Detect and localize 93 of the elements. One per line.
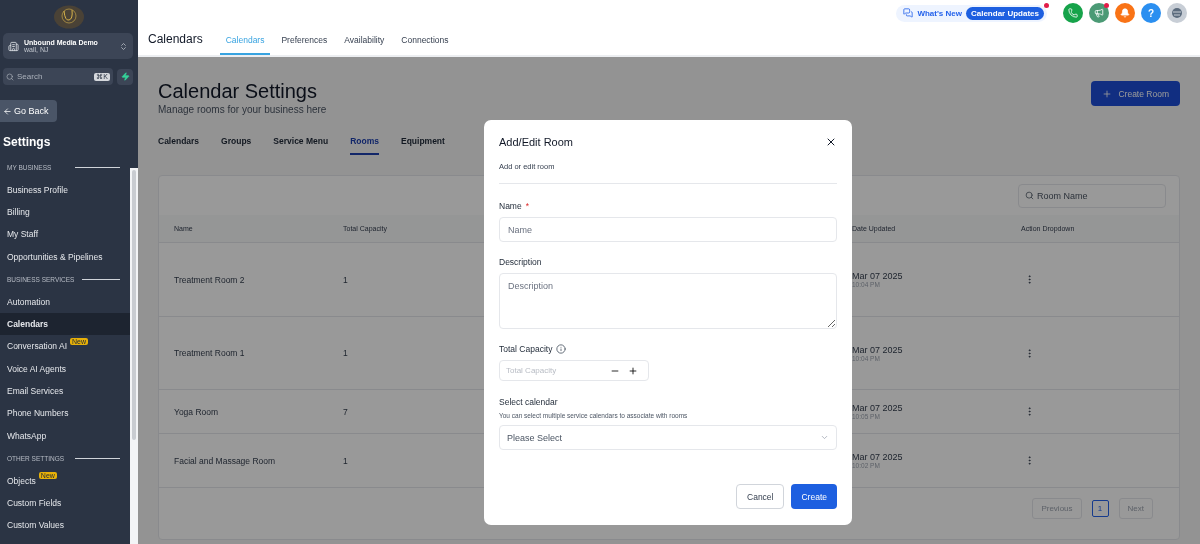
search-icon (6, 72, 14, 81)
page-number[interactable]: 1 (1091, 500, 1109, 517)
date-text: Mar 07 2025 (852, 403, 903, 413)
date-text: Mar 07 2025 (852, 452, 903, 462)
sidebar-item[interactable]: My Staff (0, 223, 130, 246)
top-tab[interactable]: Connections (395, 35, 455, 55)
sidebar-item[interactable]: Calendars (0, 312, 130, 336)
search-icon (1025, 191, 1034, 200)
sidebar-item-label: Custom Fields (7, 498, 62, 509)
notification-button[interactable] (1115, 3, 1135, 23)
lightning-button[interactable] (117, 68, 133, 85)
top-tab[interactable]: Availability (338, 35, 391, 55)
sidebar-item[interactable]: Voice AI Agents (0, 357, 130, 380)
avatar[interactable] (1167, 3, 1187, 23)
page-tab[interactable]: Equipment (400, 136, 445, 155)
sidebar-item-label: Voice AI Agents (7, 363, 67, 374)
megaphone-icon (1094, 8, 1104, 18)
field-label: Name (499, 201, 522, 211)
table-cell: 1 (343, 348, 348, 358)
sidebar-item-label: Conversation AI (7, 341, 67, 352)
create-room-button[interactable]: Create Room (1091, 81, 1180, 106)
phone-icon (1068, 8, 1078, 18)
sidebar-item[interactable]: Billing (0, 200, 130, 224)
whats-new-pill[interactable]: What's New Calendar Updates (896, 4, 1047, 22)
required-mark: * (525, 201, 529, 211)
table-cell: 7 (343, 406, 348, 417)
table-cell: 1 (343, 274, 348, 285)
sidebar-item-label: Business Profile (7, 184, 68, 195)
table-cell: 1 (343, 455, 348, 466)
page-tab[interactable]: Rooms (350, 136, 379, 155)
sidebar-item-label: WhatsApp (7, 430, 47, 441)
go-back-button[interactable]: Go Back (0, 100, 57, 122)
create-button[interactable]: Create (791, 484, 837, 509)
info-icon[interactable] (556, 344, 567, 354)
page-tab[interactable]: Calendars (158, 136, 200, 155)
cancel-button[interactable]: Cancel (736, 484, 785, 509)
sidebar-item[interactable]: Phone Numbers (0, 402, 130, 425)
sidebar-item-label: Opportunities & Pipelines (7, 251, 103, 262)
whats-new-label: What's New (917, 8, 962, 18)
plus-icon (1102, 88, 1113, 99)
sidebar-item-label: Objects (7, 475, 36, 486)
sidebar-item-label: Billing (7, 206, 30, 217)
announcement-button[interactable] (1089, 3, 1109, 23)
sidebar-item-label: Email Services (7, 386, 64, 397)
sidebar-item[interactable]: Custom Fields (0, 491, 130, 515)
sidebar-item[interactable]: Custom Values (0, 514, 130, 537)
sidebar-item[interactable]: WhatsApp (0, 424, 130, 448)
sidebar-item[interactable]: Automation (0, 290, 130, 313)
chat-icon (903, 8, 914, 18)
capacity-stepper[interactable]: Total Capacity (499, 360, 649, 381)
building-icon (8, 40, 19, 52)
chevron-down-icon (820, 433, 829, 442)
calendar-select[interactable]: Please Select (499, 425, 837, 450)
arrow-left-icon (3, 106, 12, 116)
page-title: Calendar Settings (158, 80, 318, 103)
page-subtitle: Manage rooms for your business here (158, 104, 327, 115)
date-text: Mar 07 2025 (852, 271, 903, 281)
top-tab[interactable]: Preferences (275, 35, 334, 55)
description-field[interactable]: Description (499, 273, 837, 329)
field-label: Description (499, 257, 542, 267)
field-label: Total Capacity (499, 344, 553, 354)
page-tab[interactable]: Groups (221, 136, 252, 155)
table-cell: Treatment Room 1 (174, 348, 245, 358)
table-cell: Treatment Room 2 (174, 274, 245, 285)
sidebar-item-label: Custom Values (7, 520, 64, 531)
sidebar-item-label: My Staff (7, 229, 39, 240)
close-icon[interactable] (825, 136, 837, 148)
sidebar-item-label: Calendars (7, 318, 49, 329)
lightning-icon (120, 72, 130, 81)
capacity-input[interactable]: Total Capacity (506, 366, 602, 375)
sidebar-item[interactable]: Email Services (0, 379, 130, 403)
page-section-title: Calendars (148, 32, 203, 48)
field-label: Select calendar (499, 397, 558, 407)
scrollbar-thumb[interactable] (132, 170, 136, 440)
table-cell: Facial and Massage Room (174, 455, 276, 466)
chevrons-icon (119, 41, 128, 51)
room-search-field[interactable]: Room Name (1018, 183, 1166, 208)
date-text: Mar 07 2025 (852, 344, 903, 355)
bell-icon (1120, 8, 1130, 18)
sidebar-item[interactable]: Business Profile (0, 178, 130, 201)
sidebar-item[interactable]: Opportunities & Pipelines (0, 245, 130, 268)
page-tab[interactable]: Service Menu (273, 136, 329, 155)
phone-button[interactable] (1063, 3, 1083, 23)
sidebar-item-label: Phone Numbers (7, 408, 69, 419)
dialog-title: Add/Edit Room (499, 136, 573, 148)
table-cell: Yoga Room (174, 406, 219, 417)
sidebar-title: Settings (3, 135, 52, 149)
plus-icon[interactable] (628, 365, 638, 376)
logo-icon (54, 5, 84, 29)
globe-icon (1171, 7, 1183, 19)
sidebar-item-label: Automation (7, 296, 50, 307)
name-field[interactable]: Name (499, 217, 837, 242)
updates-badge: Calendar Updates (965, 6, 1044, 20)
